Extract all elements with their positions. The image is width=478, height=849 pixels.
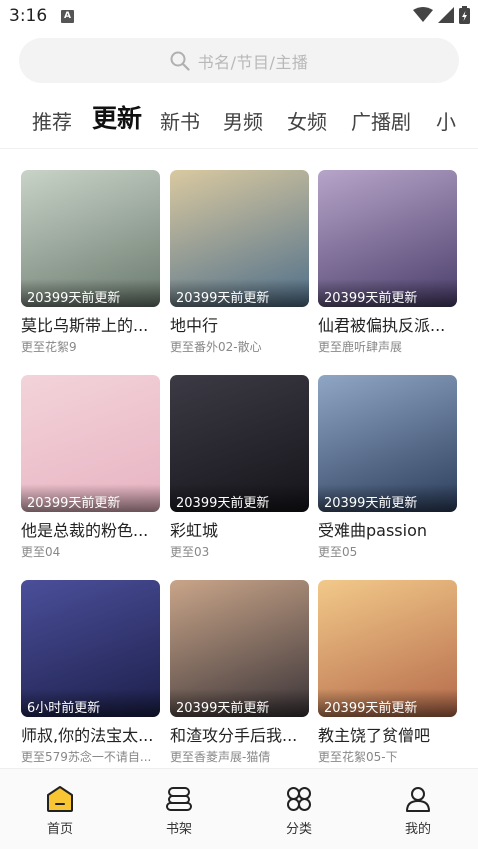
update-badge: 20399天前更新	[318, 484, 457, 512]
tab-recommend[interactable]: 推荐	[32, 108, 72, 136]
book-episode: 更至花絮05-下	[318, 750, 398, 764]
book-card[interactable]: 20399天前更新 彩虹城 更至03	[170, 375, 309, 560]
nav-bookshelf[interactable]: 书架	[139, 785, 219, 837]
search-bar[interactable]: 书名/节目/主播	[19, 38, 459, 83]
nav-bookshelf-label: 书架	[165, 822, 192, 837]
book-title[interactable]: 莫比乌斯带上的...	[21, 316, 160, 336]
status-bar: 3:16 A	[0, 0, 478, 34]
book-title[interactable]: 和渣攻分手后我...	[170, 726, 309, 746]
tab-new-books[interactable]: 新书	[160, 108, 200, 136]
nav-profile[interactable]: 我的	[378, 785, 458, 837]
bottom-nav: 首页 书架 分类 我的	[0, 768, 478, 849]
book-cover[interactable]: 20399天前更新	[21, 375, 160, 512]
update-badge: 20399天前更新	[170, 484, 309, 512]
home-icon	[47, 786, 73, 812]
nav-category-label: 分类	[285, 822, 312, 837]
tab-male[interactable]: 男频	[223, 108, 263, 136]
category-icon	[287, 787, 311, 811]
book-cover[interactable]: 20399天前更新	[21, 170, 160, 307]
book-title[interactable]: 彩虹城	[170, 521, 309, 541]
search-icon	[170, 51, 190, 71]
update-badge: 20399天前更新	[170, 689, 309, 717]
book-episode: 更至香菱声展-猫倩	[170, 750, 271, 764]
book-episode: 更至579苏念一不请自...	[21, 750, 152, 764]
search-placeholder: 书名/节目/主播	[197, 52, 309, 72]
book-card[interactable]: 6小时前更新 师叔,你的法宝太... 更至579苏念一不请自...	[21, 580, 160, 765]
tab-radio-drama[interactable]: 广播剧	[351, 108, 411, 136]
notification-a-icon: A	[61, 10, 74, 23]
book-title[interactable]: 地中行	[170, 316, 309, 336]
battery-icon	[459, 6, 470, 24]
book-title[interactable]: 教主饶了贫僧吧	[318, 726, 457, 746]
book-card[interactable]: 20399天前更新 教主饶了贫僧吧 更至花絮05-下	[318, 580, 457, 765]
nav-category[interactable]: 分类	[259, 785, 339, 837]
update-badge: 20399天前更新	[318, 279, 457, 307]
profile-icon	[406, 787, 430, 812]
book-episode: 更至05	[318, 545, 358, 559]
nav-home-label: 首页	[46, 822, 73, 837]
update-badge: 20399天前更新	[21, 279, 160, 307]
signal-icon	[438, 7, 454, 23]
book-episode: 更至04	[21, 545, 61, 559]
book-episode: 更至鹿听肆声展	[318, 340, 403, 354]
update-badge: 20399天前更新	[170, 279, 309, 307]
nav-home[interactable]: 首页	[20, 785, 100, 837]
tab-update[interactable]: 更新	[92, 105, 142, 133]
tab-more[interactable]: 小	[436, 108, 456, 136]
book-card[interactable]: 20399天前更新 他是总裁的粉色... 更至04	[21, 375, 160, 560]
book-card[interactable]: 20399天前更新 地中行 更至番外02-散心	[170, 170, 309, 355]
book-cover[interactable]: 20399天前更新	[170, 580, 309, 717]
book-title[interactable]: 师叔,你的法宝太...	[21, 726, 160, 746]
book-episode: 更至番外02-散心	[170, 340, 262, 354]
book-title[interactable]: 仙君被偏执反派...	[318, 316, 457, 336]
book-cover[interactable]: 6小时前更新	[21, 580, 160, 717]
book-title[interactable]: 受难曲passion	[318, 521, 457, 541]
book-cover[interactable]: 20399天前更新	[170, 170, 309, 307]
update-badge: 20399天前更新	[318, 689, 457, 717]
tabs-divider	[0, 148, 478, 149]
update-badge: 20399天前更新	[21, 484, 160, 512]
bookshelf-icon	[166, 787, 192, 811]
book-cover[interactable]: 20399天前更新	[170, 375, 309, 512]
nav-profile-label: 我的	[404, 822, 431, 837]
book-episode: 更至03	[170, 545, 210, 559]
status-time: 3:16	[9, 6, 48, 26]
book-card[interactable]: 20399天前更新 受难曲passion 更至05	[318, 375, 457, 560]
category-tabs: 推荐 更新 新书 男频 女频 广播剧 小	[0, 100, 478, 144]
wifi-icon	[413, 7, 433, 22]
book-episode: 更至花絮9	[21, 340, 77, 354]
status-icons	[413, 6, 470, 24]
book-card[interactable]: 20399天前更新 仙君被偏执反派... 更至鹿听肆声展	[318, 170, 457, 355]
tab-female[interactable]: 女频	[287, 108, 327, 136]
book-cover[interactable]: 20399天前更新	[318, 170, 457, 307]
book-card[interactable]: 20399天前更新 和渣攻分手后我... 更至香菱声展-猫倩	[170, 580, 309, 765]
update-badge: 6小时前更新	[21, 689, 160, 717]
book-title[interactable]: 他是总裁的粉色...	[21, 521, 160, 541]
book-card[interactable]: 20399天前更新 莫比乌斯带上的... 更至花絮9	[21, 170, 160, 355]
book-cover[interactable]: 20399天前更新	[318, 580, 457, 717]
book-cover[interactable]: 20399天前更新	[318, 375, 457, 512]
